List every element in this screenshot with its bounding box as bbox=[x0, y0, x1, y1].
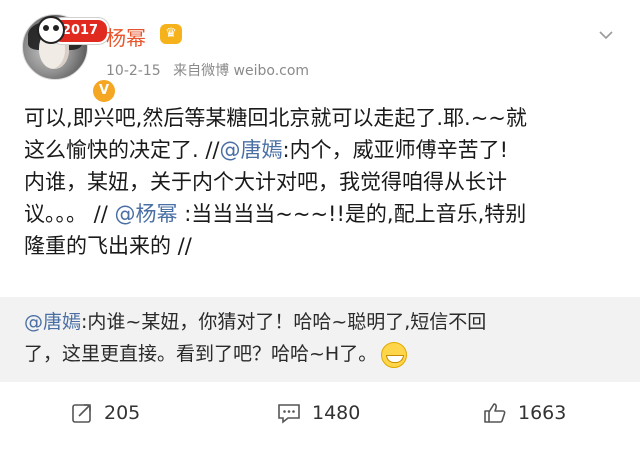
panda-icon bbox=[37, 16, 65, 44]
thumbs-up-icon bbox=[484, 403, 506, 423]
crown-icon[interactable]: ♛ bbox=[160, 24, 182, 44]
repost-text: :内谁~某妞，你猜对了！哈哈~聪明了,短信不回 bbox=[81, 311, 487, 333]
user-name[interactable]: 杨幂 bbox=[106, 22, 146, 51]
mention-link[interactable]: @唐嫣 bbox=[220, 138, 283, 162]
repost-line: 了，这里更直接。看到了吧？哈哈~H了。 bbox=[24, 338, 620, 370]
post-text: 这么愉快的决定了. // bbox=[24, 138, 220, 162]
post-text: :内个，威亚师傅辛苦了! bbox=[282, 138, 509, 162]
post-line: 可以,即兴吧,然后等某糖回北京就可以走起了.耶.~~就 bbox=[24, 102, 620, 134]
comment-count: 1480 bbox=[312, 402, 361, 424]
reposted-content[interactable]: @唐嫣:内谁~某妞，你猜对了！哈哈~聪明了,短信不回 了，这里更直接。看到了吧？… bbox=[0, 297, 640, 382]
chevron-down-icon[interactable] bbox=[599, 28, 613, 42]
avatar[interactable]: 2017 V bbox=[22, 14, 117, 104]
post-header: 2017 V 杨幂 ♛ 10-2-15 来自微博 weibo.com bbox=[0, 0, 640, 104]
grin-emoji-icon bbox=[381, 341, 408, 368]
action-bar: 205 1480 1663 bbox=[0, 382, 640, 450]
post-meta: 10-2-15 来自微博 weibo.com bbox=[106, 60, 317, 80]
comment-button[interactable]: 1480 bbox=[276, 398, 360, 428]
post-text: 内谁，某妞，关于内个大计对吧，我觉得咱得从长计 bbox=[24, 170, 507, 194]
post-date: 10-2-15 bbox=[106, 63, 161, 79]
repost-line: @唐嫣:内谁~某妞，你猜对了！哈哈~聪明了,短信不回 bbox=[24, 306, 620, 338]
comment-icon bbox=[278, 404, 300, 424]
mention-link[interactable]: @唐嫣 bbox=[24, 311, 81, 333]
post-body: 可以,即兴吧,然后等某糖回北京就可以走起了.耶.~~就 这么愉快的决定了. //… bbox=[24, 102, 620, 262]
repost-button[interactable]: 205 bbox=[70, 398, 140, 428]
post-line: 内谁，某妞，关于内个大计对吧，我觉得咱得从长计 bbox=[24, 166, 620, 198]
like-button[interactable]: 1663 bbox=[482, 398, 566, 428]
post-text: 可以,即兴吧,然后等某糖回北京就可以走起了.耶.~~就 bbox=[24, 106, 527, 130]
share-icon bbox=[72, 404, 91, 423]
post-text: 隆重的飞出来的 // bbox=[24, 234, 192, 258]
post-line: 隆重的飞出来的 // bbox=[24, 230, 620, 262]
like-count: 1663 bbox=[518, 402, 567, 424]
post-line: 这么愉快的决定了. //@唐嫣:内个，威亚师傅辛苦了! bbox=[24, 134, 620, 166]
post-line: 议。。。 // @杨幂 :当当当当~~~!!是的,配上音乐,特别 bbox=[24, 198, 620, 230]
mention-link[interactable]: @杨幂 bbox=[115, 202, 178, 226]
post-text: 议。。。 // bbox=[24, 202, 115, 226]
post-text: :当当当当~~~!!是的,配上音乐,特别 bbox=[177, 202, 527, 226]
repost-body: @唐嫣:内谁~某妞，你猜对了！哈哈~聪明了,短信不回 了，这里更直接。看到了吧？… bbox=[24, 306, 620, 370]
repost-text: 了，这里更直接。看到了吧？哈哈~H了。 bbox=[24, 343, 378, 365]
verified-icon: V bbox=[91, 78, 117, 104]
repost-count: 205 bbox=[104, 402, 141, 424]
post-source[interactable]: 来自微博 weibo.com bbox=[173, 63, 309, 79]
